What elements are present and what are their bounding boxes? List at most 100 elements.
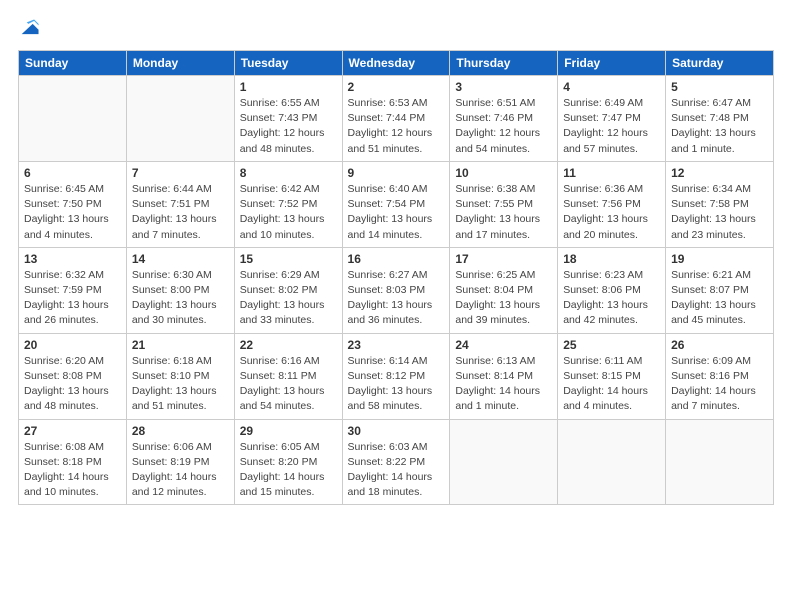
day-info: Sunrise: 6:49 AM Sunset: 7:47 PM Dayligh… (563, 96, 660, 157)
day-number: 28 (132, 424, 229, 438)
day-number: 29 (240, 424, 337, 438)
day-number: 15 (240, 252, 337, 266)
day-info: Sunrise: 6:47 AM Sunset: 7:48 PM Dayligh… (671, 96, 768, 157)
day-number: 10 (455, 166, 552, 180)
calendar-cell: 5 Sunrise: 6:47 AM Sunset: 7:48 PM Daylig… (666, 76, 774, 162)
day-number: 8 (240, 166, 337, 180)
day-number: 23 (348, 338, 445, 352)
calendar-cell: 26Sunrise: 6:09 AM Sunset: 8:16 PM Dayli… (666, 333, 774, 419)
weekday-header-thursday: Thursday (450, 51, 558, 76)
calendar-cell: 9 Sunrise: 6:40 AM Sunset: 7:54 PM Daylig… (342, 161, 450, 247)
day-info: Sunrise: 6:20 AM Sunset: 8:08 PM Dayligh… (24, 354, 121, 415)
day-info: Sunrise: 6:36 AM Sunset: 7:56 PM Dayligh… (563, 182, 660, 243)
calendar-cell (126, 76, 234, 162)
day-number: 14 (132, 252, 229, 266)
day-number: 7 (132, 166, 229, 180)
day-info: Sunrise: 6:30 AM Sunset: 8:00 PM Dayligh… (132, 268, 229, 329)
calendar-cell: 17 Sunrise: 6:25 AM Sunset: 8:04 PM Dayli… (450, 247, 558, 333)
day-info: Sunrise: 6:14 AM Sunset: 8:12 PM Dayligh… (348, 354, 445, 415)
day-number: 6 (24, 166, 121, 180)
weekday-header-saturday: Saturday (666, 51, 774, 76)
day-info: Sunrise: 6:38 AM Sunset: 7:55 PM Dayligh… (455, 182, 552, 243)
day-info: Sunrise: 6:23 AM Sunset: 8:06 PM Dayligh… (563, 268, 660, 329)
calendar-cell: 27 Sunrise: 6:08 AM Sunset: 8:18 PM Dayli… (19, 419, 127, 505)
day-number: 3 (455, 80, 552, 94)
calendar-cell: 29Sunrise: 6:05 AM Sunset: 8:20 PM Dayli… (234, 419, 342, 505)
day-info: Sunrise: 6:55 AM Sunset: 7:43 PM Dayligh… (240, 96, 337, 157)
calendar-cell: 13Sunrise: 6:32 AM Sunset: 7:59 PM Dayli… (19, 247, 127, 333)
day-number: 25 (563, 338, 660, 352)
calendar-cell: 19 Sunrise: 6:21 AM Sunset: 8:07 PM Dayli… (666, 247, 774, 333)
day-info: Sunrise: 6:21 AM Sunset: 8:07 PM Dayligh… (671, 268, 768, 329)
day-number: 4 (563, 80, 660, 94)
day-number: 19 (671, 252, 768, 266)
day-number: 12 (671, 166, 768, 180)
calendar-week-row: 27 Sunrise: 6:08 AM Sunset: 8:18 PM Dayli… (19, 419, 774, 505)
day-number: 27 (24, 424, 121, 438)
calendar-cell: 18 Sunrise: 6:23 AM Sunset: 8:06 PM Dayli… (558, 247, 666, 333)
calendar-cell: 12Sunrise: 6:34 AM Sunset: 7:58 PM Dayli… (666, 161, 774, 247)
calendar-cell: 24 Sunrise: 6:13 AM Sunset: 8:14 PM Dayli… (450, 333, 558, 419)
day-info: Sunrise: 6:18 AM Sunset: 8:10 PM Dayligh… (132, 354, 229, 415)
calendar-cell: 10 Sunrise: 6:38 AM Sunset: 7:55 PM Dayli… (450, 161, 558, 247)
day-number: 1 (240, 80, 337, 94)
calendar-cell: 30 Sunrise: 6:03 AM Sunset: 8:22 PM Dayli… (342, 419, 450, 505)
calendar-cell: 28 Sunrise: 6:06 AM Sunset: 8:19 PM Dayli… (126, 419, 234, 505)
calendar-cell (558, 419, 666, 505)
day-info: Sunrise: 6:13 AM Sunset: 8:14 PM Dayligh… (455, 354, 552, 415)
calendar-cell: 4 Sunrise: 6:49 AM Sunset: 7:47 PM Daylig… (558, 76, 666, 162)
day-number: 20 (24, 338, 121, 352)
calendar-cell (450, 419, 558, 505)
day-number: 13 (24, 252, 121, 266)
calendar-cell (666, 419, 774, 505)
calendar-cell: 23 Sunrise: 6:14 AM Sunset: 8:12 PM Dayli… (342, 333, 450, 419)
day-number: 30 (348, 424, 445, 438)
calendar-cell: 25Sunrise: 6:11 AM Sunset: 8:15 PM Dayli… (558, 333, 666, 419)
day-info: Sunrise: 6:03 AM Sunset: 8:22 PM Dayligh… (348, 440, 445, 501)
day-info: Sunrise: 6:16 AM Sunset: 8:11 PM Dayligh… (240, 354, 337, 415)
calendar-cell: 22Sunrise: 6:16 AM Sunset: 8:11 PM Dayli… (234, 333, 342, 419)
day-info: Sunrise: 6:42 AM Sunset: 7:52 PM Dayligh… (240, 182, 337, 243)
day-number: 17 (455, 252, 552, 266)
day-info: Sunrise: 6:08 AM Sunset: 8:18 PM Dayligh… (24, 440, 121, 501)
day-number: 5 (671, 80, 768, 94)
calendar-cell: 6 Sunrise: 6:45 AM Sunset: 7:50 PM Daylig… (19, 161, 127, 247)
calendar-cell: 1 Sunrise: 6:55 AM Sunset: 7:43 PM Daylig… (234, 76, 342, 162)
day-number: 9 (348, 166, 445, 180)
day-number: 2 (348, 80, 445, 94)
weekday-header-wednesday: Wednesday (342, 51, 450, 76)
calendar-week-row: 1 Sunrise: 6:55 AM Sunset: 7:43 PM Daylig… (19, 76, 774, 162)
weekday-header-row: SundayMondayTuesdayWednesdayThursdayFrid… (19, 51, 774, 76)
day-info: Sunrise: 6:06 AM Sunset: 8:19 PM Dayligh… (132, 440, 229, 501)
day-info: Sunrise: 6:51 AM Sunset: 7:46 PM Dayligh… (455, 96, 552, 157)
calendar-cell: 20 Sunrise: 6:20 AM Sunset: 8:08 PM Dayli… (19, 333, 127, 419)
day-info: Sunrise: 6:27 AM Sunset: 8:03 PM Dayligh… (348, 268, 445, 329)
calendar-cell: 3 Sunrise: 6:51 AM Sunset: 7:46 PM Daylig… (450, 76, 558, 162)
day-info: Sunrise: 6:44 AM Sunset: 7:51 PM Dayligh… (132, 182, 229, 243)
calendar-cell: 21Sunrise: 6:18 AM Sunset: 8:10 PM Dayli… (126, 333, 234, 419)
day-info: Sunrise: 6:29 AM Sunset: 8:02 PM Dayligh… (240, 268, 337, 329)
calendar-cell: 8 Sunrise: 6:42 AM Sunset: 7:52 PM Daylig… (234, 161, 342, 247)
day-number: 24 (455, 338, 552, 352)
page: SundayMondayTuesdayWednesdayThursdayFrid… (0, 0, 792, 612)
day-info: Sunrise: 6:09 AM Sunset: 8:16 PM Dayligh… (671, 354, 768, 415)
calendar-cell: 14 Sunrise: 6:30 AM Sunset: 8:00 PM Dayli… (126, 247, 234, 333)
calendar-week-row: 6 Sunrise: 6:45 AM Sunset: 7:50 PM Daylig… (19, 161, 774, 247)
day-info: Sunrise: 6:45 AM Sunset: 7:50 PM Dayligh… (24, 182, 121, 243)
day-info: Sunrise: 6:40 AM Sunset: 7:54 PM Dayligh… (348, 182, 445, 243)
weekday-header-monday: Monday (126, 51, 234, 76)
weekday-header-tuesday: Tuesday (234, 51, 342, 76)
calendar-week-row: 20 Sunrise: 6:20 AM Sunset: 8:08 PM Dayli… (19, 333, 774, 419)
calendar-cell (19, 76, 127, 162)
logo (18, 18, 42, 40)
calendar-cell: 16 Sunrise: 6:27 AM Sunset: 8:03 PM Dayli… (342, 247, 450, 333)
calendar-cell: 2Sunrise: 6:53 AM Sunset: 7:44 PM Daylig… (342, 76, 450, 162)
calendar-table: SundayMondayTuesdayWednesdayThursdayFrid… (18, 50, 774, 505)
day-number: 18 (563, 252, 660, 266)
calendar-cell: 11Sunrise: 6:36 AM Sunset: 7:56 PM Dayli… (558, 161, 666, 247)
header (18, 18, 774, 40)
day-info: Sunrise: 6:25 AM Sunset: 8:04 PM Dayligh… (455, 268, 552, 329)
weekday-header-sunday: Sunday (19, 51, 127, 76)
day-number: 16 (348, 252, 445, 266)
calendar-cell: 7 Sunrise: 6:44 AM Sunset: 7:51 PM Daylig… (126, 161, 234, 247)
